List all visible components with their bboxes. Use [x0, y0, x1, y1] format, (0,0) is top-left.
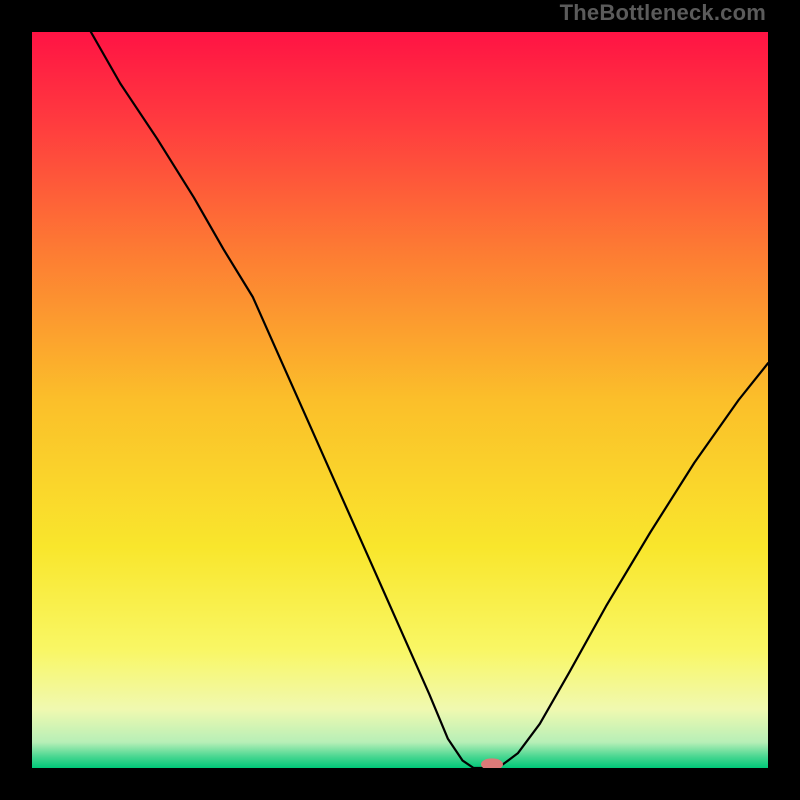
chart-plot-area — [32, 32, 768, 768]
watermark-text: TheBottleneck.com — [560, 0, 766, 26]
chart-svg — [32, 32, 768, 768]
chart-background — [32, 32, 768, 768]
